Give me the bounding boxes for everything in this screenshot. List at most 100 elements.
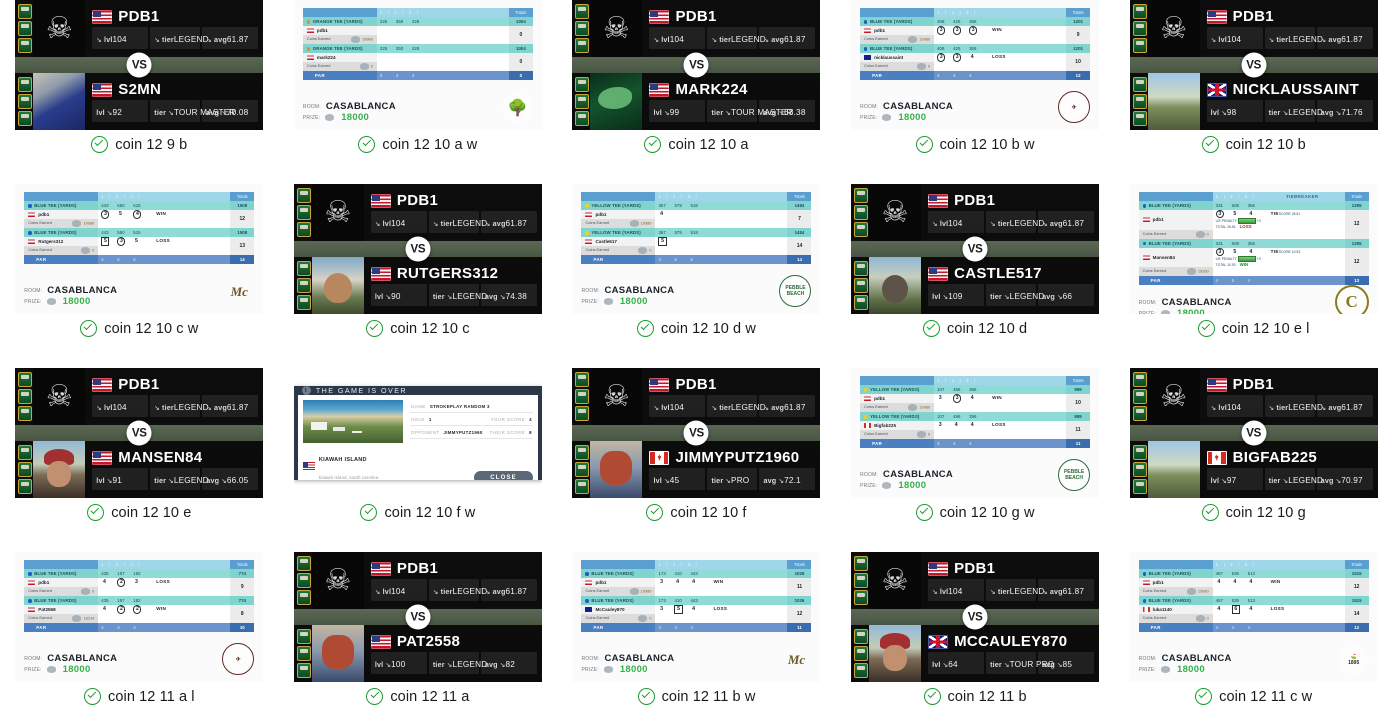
thumbnail-wrapper[interactable]: 1 | 2 | 3 | Totals BLUE TEE (YARDS) 408 425 3… [851, 0, 1100, 130]
vs-player-1[interactable]: ☠ PDB1 ↘ lvl104 ↘ tierLEGEND ↘ avg61.87 [15, 0, 264, 57]
vs-player-1[interactable]: ☠ PDB1 ↘ lvl104 ↘ tierLEGEND ↘ avg61.87 [851, 184, 1100, 241]
gallery-item[interactable]: 1 | 2 | 3 | Totals BLUE TEE (YARDS) 443 550 5… [0, 184, 279, 368]
thumbnail-wrapper[interactable]: ☠ PDB1 ↘ lvl104 ↘ tierLEGEND ↘ avg61.87 S2MN l… [15, 0, 264, 130]
gallery-item[interactable]: ☠ PDB1 ↘ lvl104 ↘ tierLEGEND ↘ avg61.87 RUTGE… [279, 184, 558, 368]
vs-player-1[interactable]: ☠ PDB1 ↘ lvl104 ↘ tierLEGEND ↘ avg61.87 [1129, 368, 1378, 425]
vs-matchup-card[interactable]: ☠ PDB1 ↘ lvl104 ↘ tierLEGEND ↘ avg61.87 RUTGE… [293, 184, 542, 314]
thumbnail-wrapper[interactable]: ☠ PDB1 ↘ lvl104 ↘ tierLEGEND ↘ avg61.87 RUTGE… [293, 184, 542, 314]
vs-matchup-card[interactable]: ☠ PDB1 ↘ lvl104 ↘ tierLEGEND ↘ avg61.87 MARK2… [572, 0, 821, 130]
vs-player-2[interactable]: MANSEN84 lvl ↘91 tier ↘LEGEND avg ↘66.05 [15, 441, 264, 498]
thumbnail-wrapper[interactable]: ☠ PDB1 ↘ lvl104 ↘ tierLEGEND ↘ avg61.87 NICKL… [1129, 0, 1378, 130]
vs-player-2[interactable]: CASTLE517 lvl ↘109 tier ↘LEGEND avg ↘66 [851, 257, 1100, 314]
gallery-item[interactable]: ☠ PDB1 ↘ lvl104 ↘ tierLEGEND ↘ avg61.87 BIGFA… [1114, 368, 1393, 552]
thumbnail-wrapper[interactable]: 1 | 2 | 3 | TIEBREAKER Totals BLUE TEE (YAR… [1129, 184, 1378, 314]
vs-player-1[interactable]: ☠ PDB1 ↘ lvl104 ↘ tierLEGEND ↘ avg61.87 [572, 0, 821, 57]
vs-matchup-card[interactable]: ☠ PDB1 ↘ lvl104 ↘ tierLEGEND ↘ avg61.87 S2MN l… [15, 0, 264, 130]
close-button[interactable]: CLOSE [474, 471, 533, 480]
trend-arrow-icon: ↘ [432, 221, 439, 229]
game-over-dialog[interactable]: i THE GAME IS OVER KIAWAH ISLAND kiawah isl… [293, 386, 542, 480]
par-label: PAR [1138, 623, 1213, 632]
scorecard-card[interactable]: 1 | 2 | 3 | Totals BLUE TEE (YARDS) 443 550 5… [15, 184, 264, 314]
vs-matchup-card[interactable]: ☠ PDB1 ↘ lvl104 ↘ tierLEGEND ↘ avg61.87 MCCAU… [851, 552, 1100, 682]
thumbnail-wrapper[interactable]: 1 | 2 | 3 | Totals BLUE TEE (YARDS) 443 550 5… [15, 184, 264, 314]
gallery-item[interactable]: 1 | 2 | 3 | TIEBREAKER Totals BLUE TEE (YAR… [1114, 184, 1393, 368]
scorecard-card[interactable]: 1 | 2 | 3 | Totals YELLOW TEE (YARDS) 367 57… [572, 184, 821, 314]
thumbnail-wrapper[interactable]: ☠ PDB1 ↘ lvl104 ↘ tierLEGEND ↘ avg61.87 BIGFA… [1129, 368, 1378, 498]
gallery-item[interactable]: ☠ PDB1 ↘ lvl104 ↘ tierLEGEND ↘ avg61.87 S2MN l… [0, 0, 279, 184]
vs-player-2[interactable]: S2MN lvl ↘92 tier ↘TOUR MASTER avg ↘70.08 [15, 73, 264, 130]
vs-matchup-card[interactable]: ☠ PDB1 ↘ lvl104 ↘ tierLEGEND ↘ avg61.87 PAT25… [293, 552, 542, 682]
gallery-item[interactable]: ☠ PDB1 ↘ lvl104 ↘ tierLEGEND ↘ avg61.87 NICKL… [1114, 0, 1393, 184]
vs-player-2[interactable]: MCCAULEY870 lvl ↘64 tier ↘TOUR PRO avg ↘85 [851, 625, 1100, 682]
vs-player-1[interactable]: ☠ PDB1 ↘ lvl104 ↘ tierLEGEND ↘ avg61.87 [15, 368, 264, 425]
hole-score: 3 [117, 237, 133, 246]
thumbnail-wrapper[interactable]: i THE GAME IS OVER KIAWAH ISLAND kiawah isl… [293, 368, 542, 498]
vs-player-2[interactable]: MARK224 lvl ↘99 tier ↘TOUR MASTER avg ↘68.3… [572, 73, 821, 130]
gallery-item[interactable]: i THE GAME IS OVER KIAWAH ISLAND kiawah isl… [279, 368, 558, 552]
vs-player-1[interactable]: ☠ PDB1 ↘ lvl104 ↘ tierLEGEND ↘ avg61.87 [1129, 0, 1378, 57]
flag-us [92, 450, 113, 465]
rank-badge-icon [575, 462, 590, 477]
vs-player-2[interactable]: BIGFAB225 lvl ↘97 tier ↘LEGEND avg ↘70.97 [1129, 441, 1378, 498]
vs-player-1[interactable]: ☠ PDB1 ↘ lvl104 ↘ tierLEGEND ↘ avg61.87 [851, 552, 1100, 609]
gallery-item[interactable]: ☠ PDB1 ↘ lvl104 ↘ tierLEGEND ↘ avg61.87 MCCAU… [836, 552, 1115, 715]
thumbnail-wrapper[interactable]: 1 | 2 | 3 | Totals BLUE TEE (YARDS) 467 535 5… [1129, 552, 1378, 682]
vs-player-1[interactable]: ☠ PDB1 ↘ lvl104 ↘ tierLEGEND ↘ avg61.87 [293, 552, 542, 609]
vs-matchup-card[interactable]: ☠ PDB1 ↘ lvl104 ↘ tierLEGEND ↘ avg61.87 NICKL… [1129, 0, 1378, 130]
scorecard-card[interactable]: 1 | 2 | 3 | Totals BLUE TEE (YARDS) 173 410 4… [572, 552, 821, 682]
hole-score: 3 [937, 26, 953, 35]
player-nameline: NICKLAUSSAINT [1206, 82, 1373, 97]
scorecard-card[interactable]: 1 | 2 | 3 | Totals BLUE TEE (YARDS) 408 425 3… [851, 0, 1100, 130]
player-avatar: ☠ [311, 184, 364, 241]
vs-matchup-card[interactable]: ☠ PDB1 ↘ lvl104 ↘ tierLEGEND ↘ avg61.87 JIMMY… [572, 368, 821, 498]
scorecard-card[interactable]: 1 | 2 | 3 | Totals BLUE TEE (YARDS) 467 535 5… [1129, 552, 1378, 682]
gallery-item[interactable]: ☠ PDB1 ↘ lvl104 ↘ tierLEGEND ↘ avg61.87 PAT25… [279, 552, 558, 715]
thumbnail-wrapper[interactable]: 1 | 2 | 3 | Totals YELLOW TEE (YARDS) 107 48… [851, 368, 1100, 498]
gallery-item[interactable]: ☠ PDB1 ↘ lvl104 ↘ tierLEGEND ↘ avg61.87 MARK2… [557, 0, 836, 184]
vs-player-2[interactable]: RUTGERS312 lvl ↘90 tier ↘LEGEND avg ↘74.38 [293, 257, 542, 314]
scorecard-card[interactable]: 1 | 2 | 3 | TIEBREAKER Totals BLUE TEE (YAR… [1129, 184, 1378, 314]
vs-matchup-card[interactable]: ☠ PDB1 ↘ lvl104 ↘ tierLEGEND ↘ avg61.87 BIGFA… [1129, 368, 1378, 498]
gallery-item[interactable]: ☠ PDB1 ↘ lvl104 ↘ tierLEGEND ↘ avg61.87 CASTL… [836, 184, 1115, 368]
gallery-item[interactable]: 1 | 2 | 3 | Totals YELLOW TEE (YARDS) 107 48… [836, 368, 1115, 552]
gallery-item[interactable]: ☠ PDB1 ↘ lvl104 ↘ tierLEGEND ↘ avg61.87 JIMMY… [557, 368, 836, 552]
gallery-item[interactable]: 1 | 2 | 3 | Totals BLUE TEE (YARDS) 435 157 1… [0, 552, 279, 715]
vs-player-1[interactable]: ☠ PDB1 ↘ lvl104 ↘ tierLEGEND ↘ avg61.87 [293, 184, 542, 241]
gallery-item[interactable]: 1 | 2 | 3 | Totals BLUE TEE (YARDS) 173 410 4… [557, 552, 836, 715]
gallery-item[interactable]: 1 | 2 | 3 | Totals BLUE TEE (YARDS) 467 535 5… [1114, 552, 1393, 715]
gallery-item[interactable]: 1 | 2 | 3 | Totals YELLOW TEE (YARDS) 367 57… [557, 184, 836, 368]
thumbnail-wrapper[interactable]: 1 | 2 | 3 | Totals ORANGE TEE (YARDS) 225 35… [293, 0, 542, 130]
vs-player-2[interactable]: PAT2558 lvl ↘100 tier ↘LEGEND avg ↘82 [293, 625, 542, 682]
par-label: PAR [1138, 276, 1213, 286]
thumbnail-wrapper[interactable]: ☠ PDB1 ↘ lvl104 ↘ tierLEGEND ↘ avg61.87 CASTL… [851, 184, 1100, 314]
player-info: MANSEN84 lvl ↘91 tier ↘LEGEND avg ↘66.05 [85, 441, 263, 498]
room-row: ROOM: CASABLANCA [303, 101, 396, 112]
caption-text: coin 12 10 g w [939, 504, 1035, 521]
info-icon: i [301, 386, 311, 395]
player-info: PDB1 ↘ lvl104 ↘ tierLEGEND ↘ avg61.87 [921, 184, 1099, 241]
player-avatar [590, 441, 643, 498]
rank-badge-icon [296, 188, 311, 203]
par-value: 4 [1215, 625, 1219, 630]
vs-player-2[interactable]: JIMMYPUTZ1960 lvl ↘45 tier ↘PRO avg ↘72.1 [572, 441, 821, 498]
thumbnail-wrapper[interactable]: ☠ PDB1 ↘ lvl104 ↘ tierLEGEND ↘ avg61.87 PAT25… [293, 552, 542, 682]
player-flag-icon [585, 239, 593, 245]
thumbnail-wrapper[interactable]: 1 | 2 | 3 | Totals BLUE TEE (YARDS) 435 157 1… [15, 552, 264, 682]
thumbnail-wrapper[interactable]: ☠ PDB1 ↘ lvl104 ↘ tierLEGEND ↘ avg61.87 MCCAU… [851, 552, 1100, 682]
vs-player-1[interactable]: ☠ PDB1 ↘ lvl104 ↘ tierLEGEND ↘ avg61.87 [572, 368, 821, 425]
vs-player-2[interactable]: NICKLAUSSAINT lvl ↘98 tier ↘LEGEND avg ↘71.… [1129, 73, 1378, 130]
course-logo-ring: ✈ [222, 643, 255, 675]
thumbnail-wrapper[interactable]: ☠ PDB1 ↘ lvl104 ↘ tierLEGEND ↘ avg61.87 JIMMY… [572, 368, 821, 498]
gallery-item[interactable]: ☠ PDB1 ↘ lvl104 ↘ tierLEGEND ↘ avg61.87 MANSE… [0, 368, 279, 552]
gallery-item[interactable]: 1 | 2 | 3 | Totals BLUE TEE (YARDS) 408 425 3… [836, 0, 1115, 184]
vs-matchup-card[interactable]: ☠ PDB1 ↘ lvl104 ↘ tierLEGEND ↘ avg61.87 MANSE… [15, 368, 264, 498]
thumbnail-wrapper[interactable]: 1 | 2 | 3 | Totals BLUE TEE (YARDS) 173 410 4… [572, 552, 821, 682]
scorecard-card[interactable]: 1 | 2 | 3 | Totals YELLOW TEE (YARDS) 107 48… [851, 368, 1100, 498]
thumbnail-wrapper[interactable]: 1 | 2 | 3 | Totals YELLOW TEE (YARDS) 367 57… [572, 184, 821, 314]
gallery-item[interactable]: 1 | 2 | 3 | Totals ORANGE TEE (YARDS) 225 35… [279, 0, 558, 184]
scorecard-card[interactable]: 1 | 2 | 3 | Totals BLUE TEE (YARDS) 435 157 1… [15, 552, 264, 682]
vs-matchup-card[interactable]: ☠ PDB1 ↘ lvl104 ↘ tierLEGEND ↘ avg61.87 CASTL… [851, 184, 1100, 314]
thumbnail-wrapper[interactable]: ☠ PDB1 ↘ lvl104 ↘ tierLEGEND ↘ avg61.87 MANSE… [15, 368, 264, 498]
thumbnail-wrapper[interactable]: ☠ PDB1 ↘ lvl104 ↘ tierLEGEND ↘ avg61.87 MARK2… [572, 0, 821, 130]
scorecard-card[interactable]: 1 | 2 | 3 | Totals ORANGE TEE (YARDS) 225 35… [293, 0, 542, 130]
